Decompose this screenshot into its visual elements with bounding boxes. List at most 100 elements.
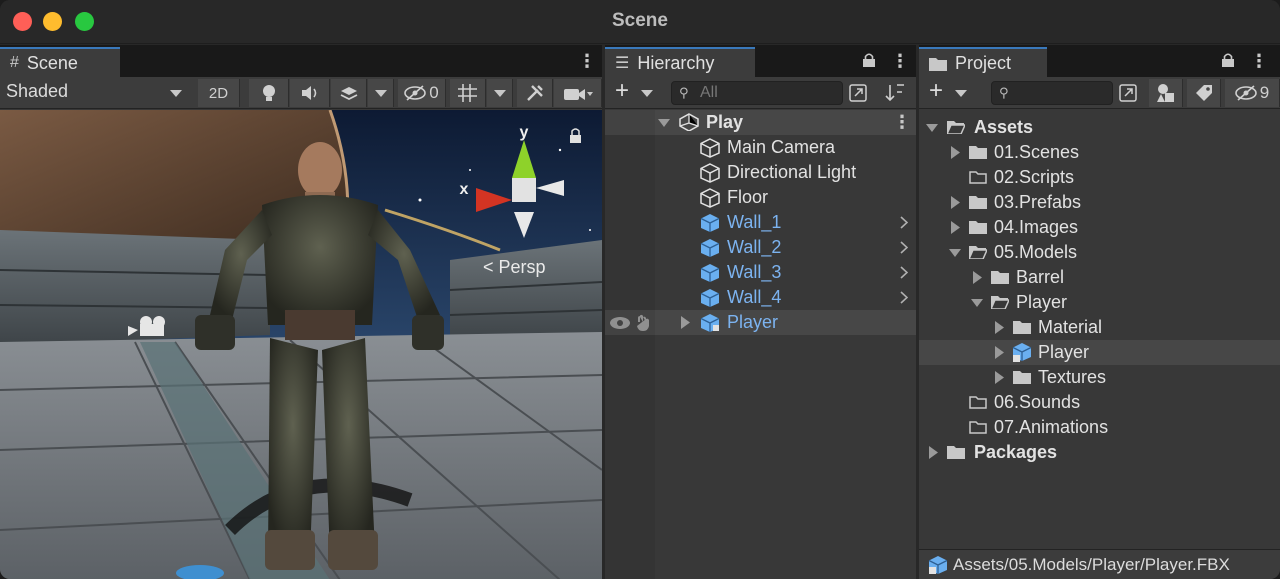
- camera-settings-button[interactable]: [554, 79, 602, 107]
- audio-toggle[interactable]: [290, 79, 330, 107]
- effects-toggle[interactable]: [331, 79, 367, 107]
- hierarchy-item-player[interactable]: Player: [605, 310, 916, 335]
- hierarchy-root-row[interactable]: Play ⋮: [605, 110, 916, 135]
- hierarchy-item-label: Floor: [727, 187, 769, 207]
- folder-icon: [947, 446, 965, 459]
- filter-by-label-button[interactable]: [1187, 79, 1221, 107]
- collapsed-arrow-icon[interactable]: [951, 196, 960, 209]
- chevron-right-icon[interactable]: [900, 291, 908, 304]
- collapsed-arrow-icon[interactable]: [973, 271, 982, 284]
- expanded-arrow-icon[interactable]: [949, 249, 961, 257]
- project-search-input[interactable]: ⚲: [991, 81, 1113, 105]
- chevron-right-icon[interactable]: [900, 216, 908, 229]
- project-more-icon[interactable]: ⋮: [1250, 51, 1268, 72]
- hierarchy-item[interactable]: Wall_4: [605, 285, 916, 310]
- hierarchy-item[interactable]: Wall_1: [605, 210, 916, 235]
- hidden-packages-toggle[interactable]: 9: [1225, 79, 1280, 107]
- hierarchy-more-icon[interactable]: ⋮: [891, 51, 909, 72]
- model-prefab-icon: [1012, 343, 1032, 362]
- hierarchy-item[interactable]: Floor: [605, 185, 916, 210]
- chevron-down-icon: [641, 90, 653, 97]
- tree-item-player-asset[interactable]: Player: [919, 340, 1280, 365]
- collapsed-arrow-icon[interactable]: [951, 146, 960, 159]
- gameobject-icon: [700, 163, 720, 183]
- scene-visibility-toggle[interactable]: 0: [398, 79, 446, 107]
- shading-mode-dropdown[interactable]: Shaded: [6, 81, 68, 102]
- gameobject-icon: [700, 138, 720, 158]
- create-asset-button[interactable]: +: [929, 77, 943, 105]
- popout-icon: [849, 84, 867, 102]
- hierarchy-item[interactable]: Main Camera: [605, 135, 916, 160]
- tree-item-prefabs[interactable]: 03.Prefabs: [919, 190, 1280, 215]
- grid-dropdown[interactable]: [487, 79, 513, 107]
- add-object-button[interactable]: +: [615, 77, 629, 105]
- expanded-arrow-icon: [926, 124, 938, 132]
- tree-item-label: Player: [1016, 292, 1068, 312]
- scene-tab-bar: # Scene ⋮: [0, 45, 602, 77]
- chevron-right-icon[interactable]: [900, 241, 908, 254]
- search-popout-button[interactable]: [1113, 79, 1143, 107]
- hierarchy-item-label: Wall_2: [727, 237, 782, 257]
- hierarchy-list: Play ⋮ Main Camera Directional Light Flo…: [605, 110, 916, 579]
- tab-project[interactable]: Project: [919, 47, 1047, 77]
- chevron-down-icon: [170, 90, 182, 97]
- scene-more-icon[interactable]: ⋮: [578, 51, 596, 72]
- project-tree: Assets 01.Scenes 02.Scripts 03.Prefabs 0…: [919, 110, 1280, 579]
- lighting-toggle[interactable]: [249, 79, 289, 107]
- pickability-hand-icon[interactable]: [635, 314, 651, 332]
- tree-item-material[interactable]: Material: [919, 315, 1280, 340]
- tab-scene[interactable]: # Scene: [0, 47, 120, 77]
- expanded-arrow-icon[interactable]: [971, 299, 983, 307]
- gizmo-x-label: x: [460, 181, 469, 198]
- filter-by-type-button[interactable]: [1149, 79, 1183, 107]
- collapsed-arrow-icon[interactable]: [681, 316, 690, 329]
- tools-toggle[interactable]: [517, 79, 553, 107]
- window-title: Scene: [612, 10, 668, 31]
- tree-item-scripts[interactable]: 02.Scripts: [919, 165, 1280, 190]
- tree-item-assets[interactable]: Assets: [919, 115, 1280, 140]
- tree-item-scenes[interactable]: 01.Scenes: [919, 140, 1280, 165]
- tree-item-sounds[interactable]: 06.Sounds: [919, 390, 1280, 415]
- tree-item-images[interactable]: 04.Images: [919, 215, 1280, 240]
- scene-render: y x < Persp: [0, 110, 602, 579]
- collapsed-arrow-icon[interactable]: [951, 221, 960, 234]
- tree-item-barrel[interactable]: Barrel: [919, 265, 1280, 290]
- tab-hierarchy[interactable]: ☰ Hierarchy: [605, 47, 755, 77]
- hierarchy-item[interactable]: Wall_3: [605, 260, 916, 285]
- hierarchy-search-input[interactable]: ⚲ All: [671, 81, 843, 105]
- sort-button[interactable]: [877, 79, 913, 107]
- lock-icon[interactable]: [1222, 53, 1234, 67]
- grid-icon: #: [10, 54, 19, 71]
- tree-item-models[interactable]: 05.Models: [919, 240, 1280, 265]
- effects-dropdown[interactable]: [368, 79, 394, 107]
- scene-root-more-icon[interactable]: ⋮: [893, 110, 911, 135]
- scene-viewport[interactable]: y x < Persp: [0, 110, 602, 579]
- projection-label[interactable]: < Persp: [483, 257, 546, 277]
- chevron-down-icon: [374, 89, 387, 97]
- collapsed-arrow-icon[interactable]: [995, 321, 1004, 334]
- collapsed-arrow-icon[interactable]: [995, 371, 1004, 384]
- tree-item-label: Barrel: [1016, 267, 1065, 287]
- tree-item-animations[interactable]: 07.Animations: [919, 415, 1280, 440]
- tree-item-textures[interactable]: Textures: [919, 365, 1280, 390]
- tools-icon: [526, 85, 543, 101]
- collapsed-arrow-icon[interactable]: [929, 446, 938, 459]
- lock-icon[interactable]: [863, 53, 875, 67]
- chevron-right-icon[interactable]: [900, 266, 908, 279]
- tree-item-packages[interactable]: Packages: [919, 440, 1280, 465]
- hierarchy-item[interactable]: Directional Light: [605, 160, 916, 185]
- search-popout-button[interactable]: [843, 79, 873, 107]
- collapsed-arrow-icon[interactable]: [995, 346, 1004, 359]
- hierarchy-item[interactable]: Wall_2: [605, 235, 916, 260]
- hierarchy-search-placeholder: All: [700, 84, 718, 101]
- tree-item-player-folder[interactable]: Player: [919, 290, 1280, 315]
- grid-snap-toggle[interactable]: [450, 79, 486, 107]
- folder-icon: [1013, 321, 1031, 334]
- folder-icon: [969, 146, 987, 159]
- hierarchy-item-label: Directional Light: [727, 162, 857, 182]
- eye-hidden-icon: [404, 85, 427, 101]
- mode-2d-button[interactable]: 2D: [198, 79, 240, 107]
- popout-icon: [1119, 84, 1137, 102]
- folder-icon: [929, 57, 947, 71]
- visibility-eye-icon[interactable]: [609, 316, 631, 330]
